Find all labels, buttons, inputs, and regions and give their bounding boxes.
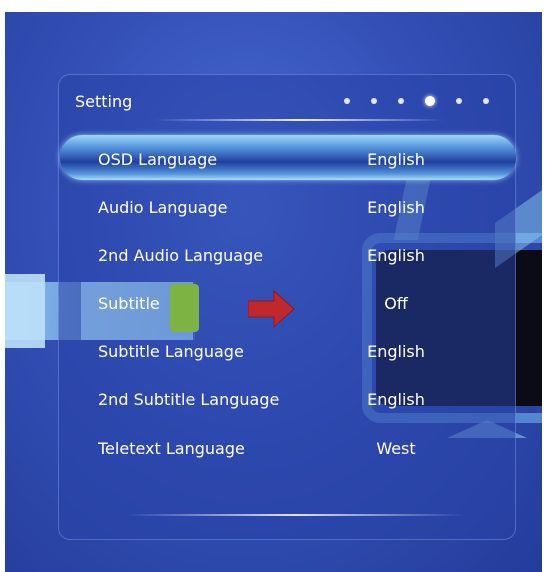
page-dot (398, 98, 404, 104)
menu-value-teletext-language[interactable]: West (341, 439, 451, 458)
menu-value-osd-language[interactable]: English (341, 150, 451, 169)
title-divider (155, 119, 445, 121)
bottom-divider (125, 514, 465, 516)
page-dot (344, 98, 350, 104)
page-indicator (344, 96, 489, 106)
menu-value-2nd-audio-language[interactable]: English (341, 246, 451, 265)
menu-item-2nd-subtitle-language[interactable]: 2nd Subtitle Language (98, 390, 279, 409)
subtitle-tag (170, 284, 199, 332)
menu-item-2nd-audio-language[interactable]: 2nd Audio Language (98, 246, 263, 265)
menu-item-teletext-language[interactable]: Teletext Language (98, 439, 245, 458)
menu-value-audio-language[interactable]: English (341, 198, 451, 217)
menu-item-audio-language[interactable]: Audio Language (98, 198, 228, 217)
menu-value-subtitle-language[interactable]: English (341, 342, 451, 361)
page-dot (483, 98, 489, 104)
menu-value-2nd-subtitle-language[interactable]: English (341, 390, 451, 409)
page-title: Setting (75, 92, 133, 111)
page-dot (371, 98, 377, 104)
right-arrow-icon (248, 289, 295, 329)
menu-item-osd-language[interactable]: OSD Language (98, 150, 217, 169)
menu-item-subtitle-language[interactable]: Subtitle Language (98, 342, 244, 361)
tv-screen: Setting OSD Language English Audio Langu… (5, 12, 542, 572)
menu-item-subtitle[interactable]: Subtitle (98, 294, 160, 313)
page-dot (456, 98, 462, 104)
background-left-tip (5, 274, 45, 348)
page-dot-active (425, 96, 435, 106)
menu-value-subtitle[interactable]: Off (341, 294, 451, 313)
